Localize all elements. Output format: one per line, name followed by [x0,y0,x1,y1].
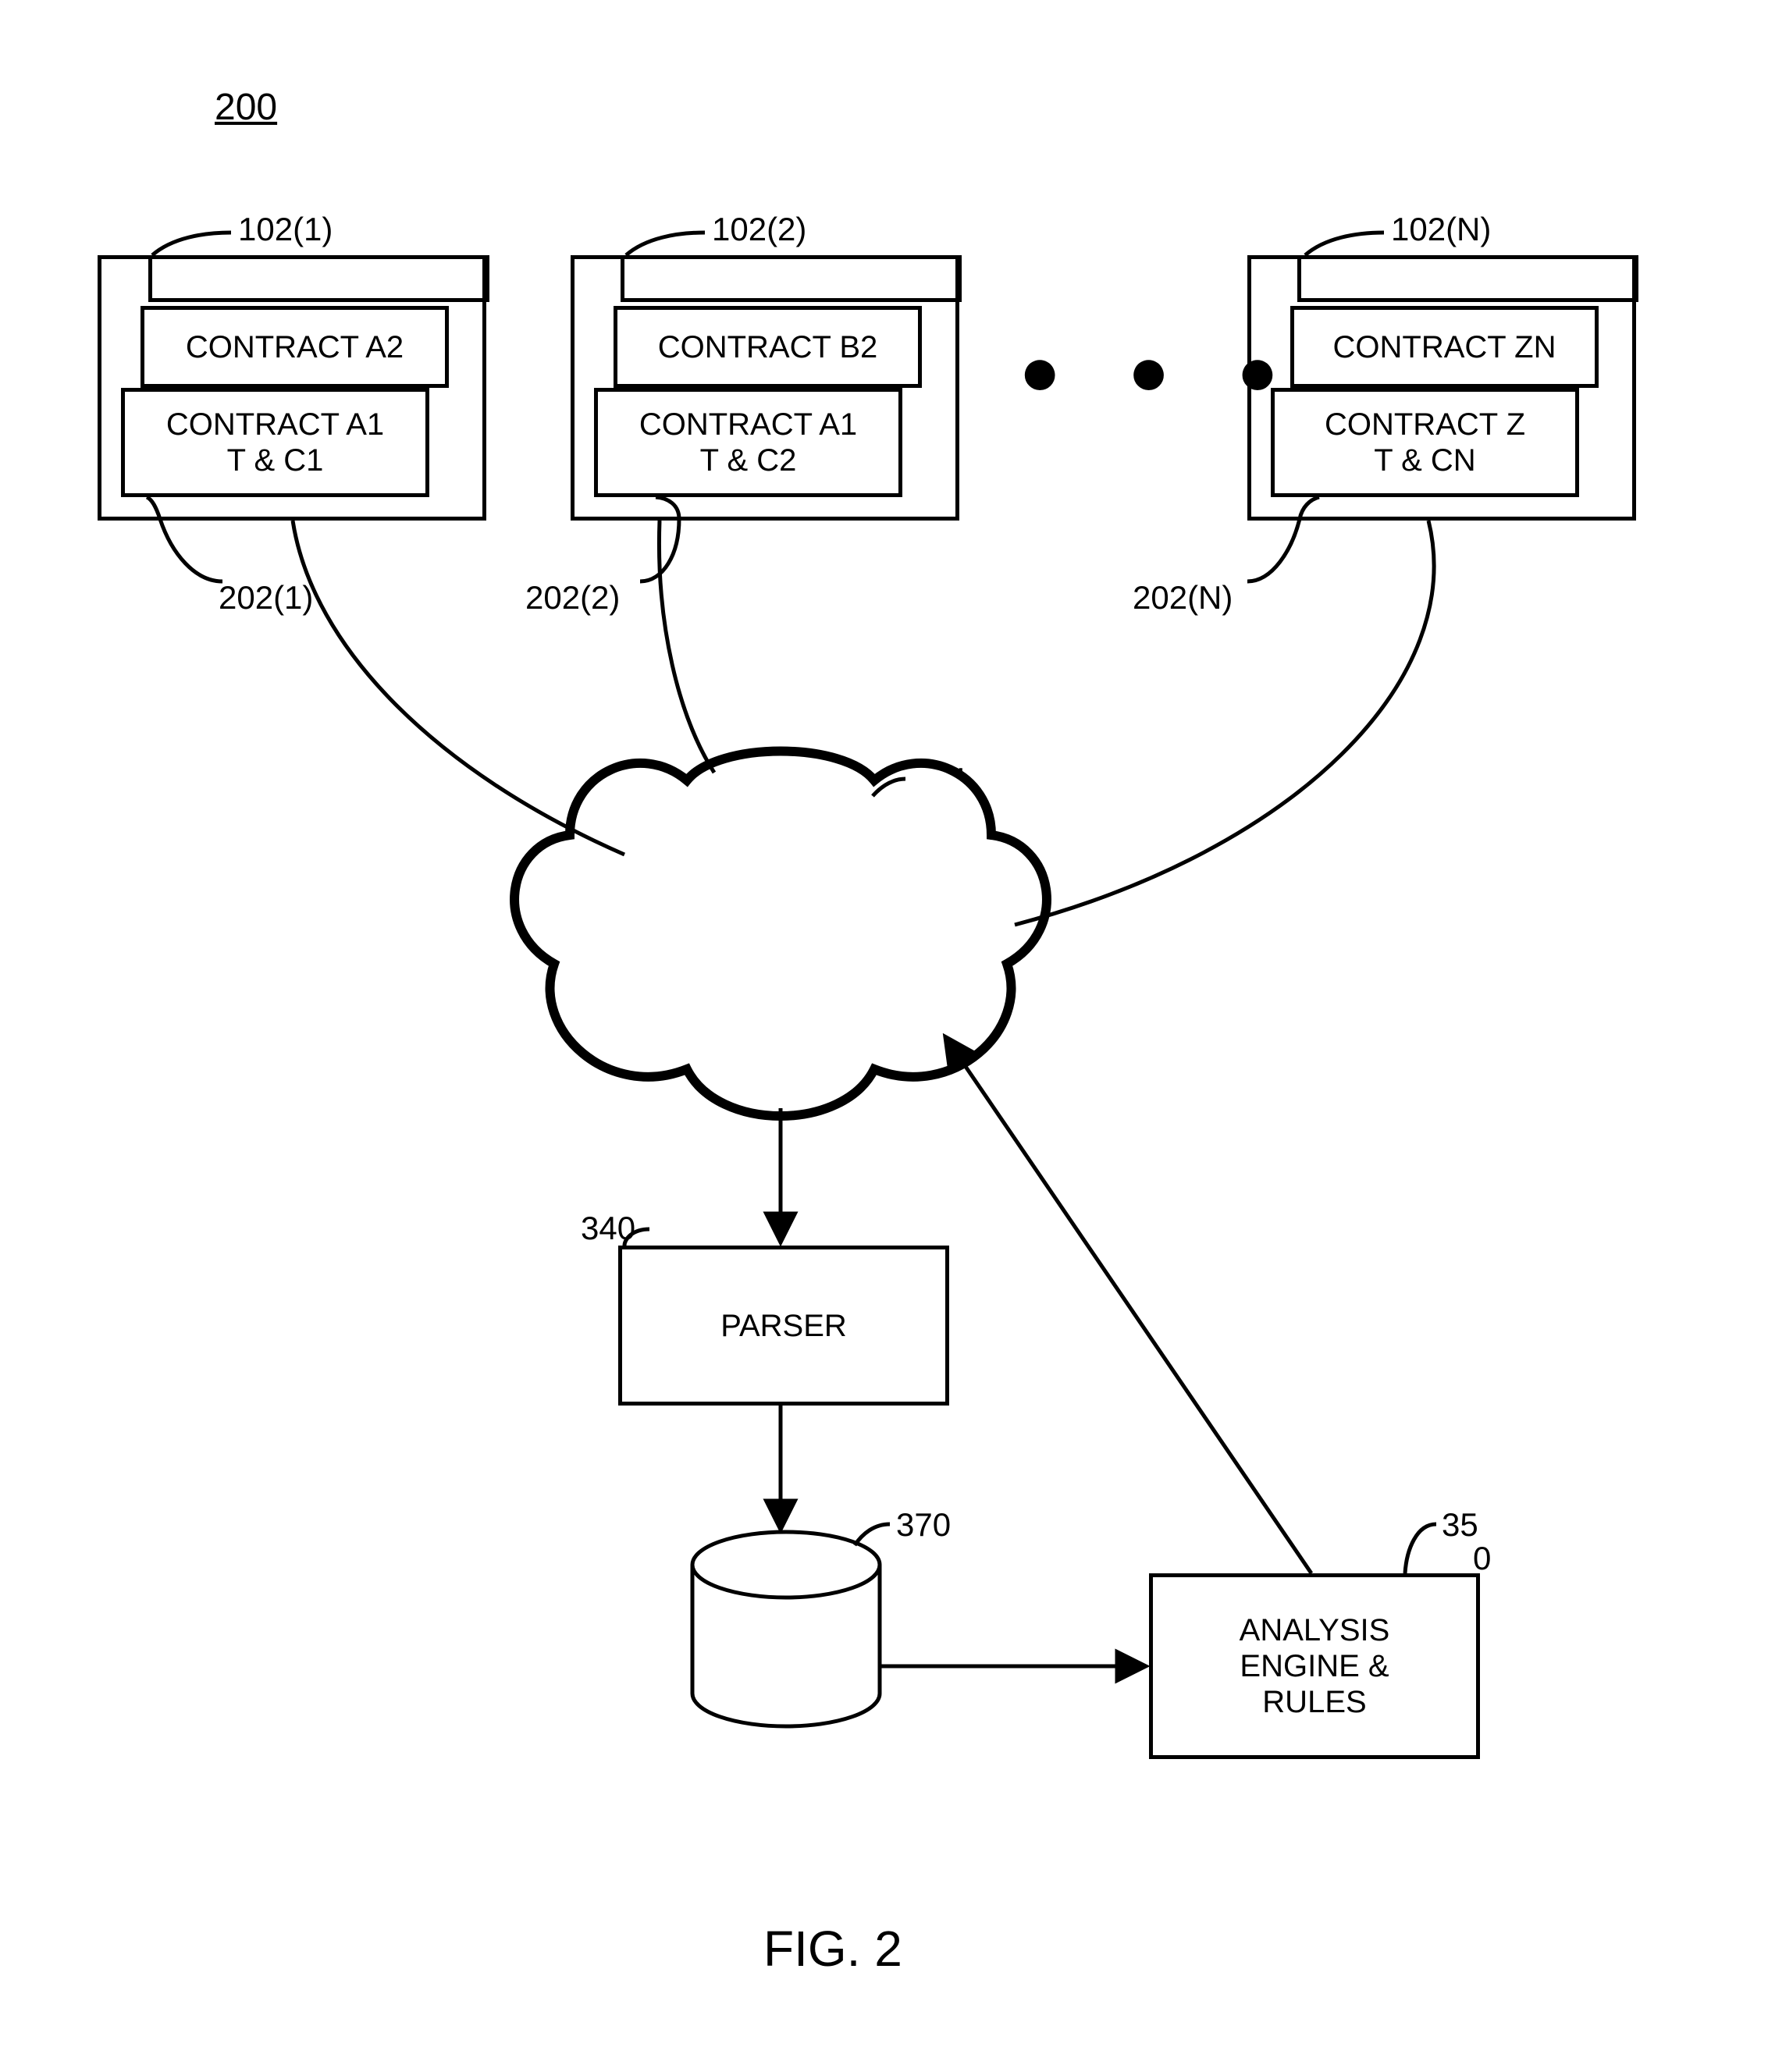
group2-back-contract: CONTRACT B2 [614,306,922,388]
db-ref: 370 [896,1506,951,1544]
parser-label: PARSER [720,1308,847,1344]
groupN-front-line2: T & CN [1374,442,1475,478]
group2-back-label: CONTRACT B2 [658,329,878,365]
group2-contract-ref: 202(2) [525,579,620,617]
figure-caption: FIG. 2 [763,1920,902,1978]
analysis-line2: ENGINE & [1240,1648,1389,1684]
group1-back-label: CONTRACT A2 [186,329,404,365]
analysis-ref-b: 0 [1473,1540,1491,1577]
groupN-contract-ref: 202(N) [1133,579,1233,617]
analysis-line3: RULES [1262,1684,1366,1720]
groupN-front-line1: CONTRACT Z [1325,407,1525,442]
network-label: NETWORK [706,900,866,935]
group1-contract-ref: 202(1) [219,579,313,617]
network-ref: 104 [912,761,966,798]
groupN-back-label: CONTRACT ZN [1333,329,1556,365]
group1-front-contract: CONTRACT A1 T & C1 [121,388,429,497]
group2-front-line2: T & C2 [700,442,797,478]
parser-ref: 340 [581,1210,635,1247]
group1-front-line2: T & C1 [227,442,324,478]
groupN-ref: 102(N) [1391,211,1491,248]
groupN-front-contract: CONTRACT Z T & CN [1271,388,1579,497]
analysis-ref-a: 35 [1442,1506,1478,1544]
analysis-line1: ANALYSIS [1240,1612,1390,1648]
groupN-back-contract: CONTRACT ZN [1290,306,1599,388]
db-label: DB [763,1612,807,1647]
group2-front-contract: CONTRACT A1 T & C2 [594,388,902,497]
group1-back-contract: CONTRACT A2 [141,306,449,388]
analysis-block: ANALYSIS ENGINE & RULES [1149,1573,1480,1759]
group2-ref: 102(2) [712,211,806,248]
parser-block: PARSER [618,1246,949,1406]
group2-front-line1: CONTRACT A1 [639,407,857,442]
group1-front-line1: CONTRACT A1 [166,407,384,442]
diagram-canvas: 200 CONTRACT A2 CONTRACT A1 T & C1 102(1… [0,0,1768,2072]
group1-ref: 102(1) [238,211,333,248]
figure-reference: 200 [215,86,277,129]
